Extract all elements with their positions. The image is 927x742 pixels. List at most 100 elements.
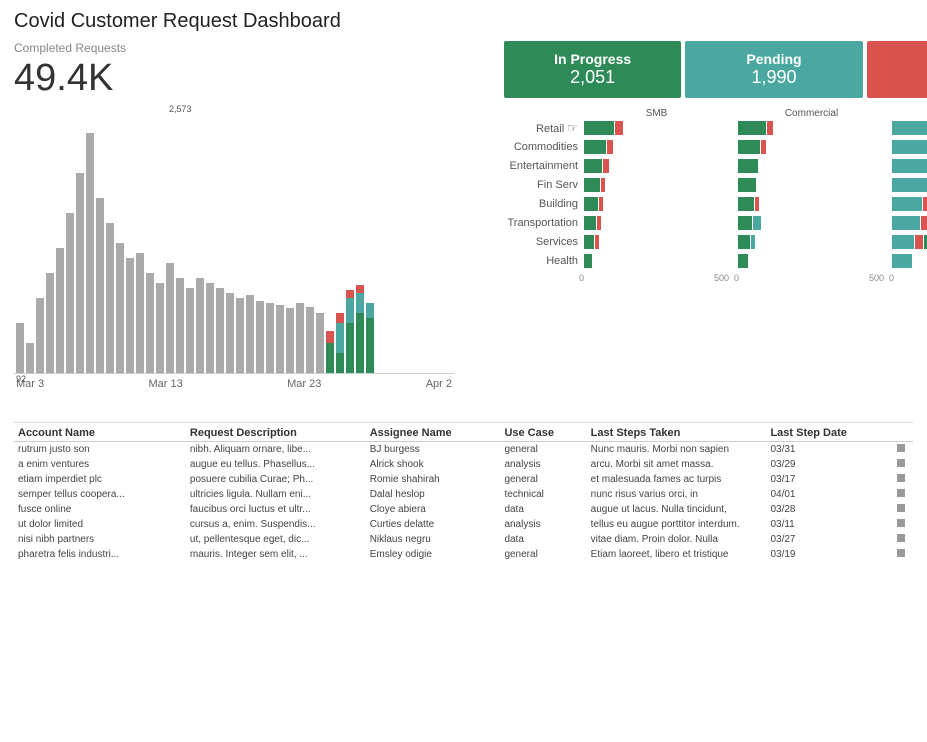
th-request-description: Request Description <box>186 423 366 442</box>
industry-label-health: Health <box>464 255 584 267</box>
table-cell-2: Emsley odigie <box>366 547 501 562</box>
th-use-case: Use Case <box>500 423 586 442</box>
table-cell-1: nibh. Aliquam ornare, libe... <box>186 442 366 458</box>
in-progress-label: In Progress <box>512 51 673 67</box>
table-cell-1: cursus a, enim. Suspendis... <box>186 517 366 532</box>
axis-labels-row: 0500 0500 0500 <box>579 273 927 283</box>
finserv-smb <box>584 178 734 192</box>
table-cell-5: 03/31 <box>766 442 893 458</box>
table-cell-4: et malesuada fames ac turpis <box>587 472 767 487</box>
industry-label-building: Building <box>464 198 584 210</box>
table-body: rutrum justo sonnibh. Aliquam ornare, li… <box>14 442 913 563</box>
th-last-steps: Last Steps Taken <box>587 423 767 442</box>
on-hold-label: On Hold <box>875 51 927 67</box>
entertainment-bars <box>584 159 927 173</box>
building-enterprise <box>892 197 927 211</box>
industry-row-finserv: Fin Serv <box>464 178 927 192</box>
th-last-step-date: Last Step Date <box>766 423 893 442</box>
table-cell-3: data <box>500 532 586 547</box>
industry-row-transportation: Transportation <box>464 216 927 230</box>
x-label-apr2: Apr 2 <box>426 378 452 390</box>
building-commercial <box>738 197 888 211</box>
top-section: Completed Requests 49.4K 2,573 <box>14 41 913 414</box>
row-indicator <box>893 472 913 487</box>
pending-label: Pending <box>693 51 854 67</box>
table-row[interactable]: a enim venturesaugue eu tellus. Phasellu… <box>14 457 913 472</box>
table-header-row: Account Name Request Description Assigne… <box>14 423 913 442</box>
grouped-bars-section: SMB Commercial Enterprise Retail ☞ <box>464 108 927 414</box>
table-cell-5: 03/27 <box>766 532 893 547</box>
table-cell-2: Alrick shook <box>366 457 501 472</box>
table-row[interactable]: nisi nibh partnersut, pellentesque eget,… <box>14 532 913 547</box>
industry-label-retail: Retail ☞ <box>464 121 584 135</box>
retail-bars <box>584 121 927 135</box>
smb-axis: 0500 <box>579 273 729 283</box>
table-cell-0: etiam imperdiet plc <box>14 472 186 487</box>
table-row[interactable]: etiam imperdiet plcposuere cubilia Curae… <box>14 472 913 487</box>
industry-label-transportation: Transportation <box>464 217 584 229</box>
industry-row-building: Building <box>464 197 927 211</box>
table-cell-5: 04/01 <box>766 487 893 502</box>
services-enterprise <box>892 235 927 249</box>
commodities-smb <box>584 140 734 154</box>
health-bars <box>584 254 927 268</box>
bar-chart <box>14 104 454 374</box>
in-progress-value: 2,051 <box>512 67 673 88</box>
retail-smb <box>584 121 734 135</box>
health-commercial <box>738 254 888 268</box>
table-cell-1: ut, pellentesque eget, dic... <box>186 532 366 547</box>
table-row[interactable]: pharetra felis industri...mauris. Intege… <box>14 547 913 562</box>
table-row[interactable]: semper tellus coopera...ultricies ligula… <box>14 487 913 502</box>
table-cell-0: rutrum justo son <box>14 442 186 458</box>
status-card-in-progress: In Progress 2,051 <box>504 41 681 98</box>
building-bars <box>584 197 927 211</box>
table-cell-3: general <box>500 547 586 562</box>
row-indicator <box>893 532 913 547</box>
table-cell-3: analysis <box>500 517 586 532</box>
commodities-bars <box>584 140 927 154</box>
completed-label: Completed Requests <box>14 41 454 55</box>
services-commercial <box>738 235 888 249</box>
table-cell-3: data <box>500 502 586 517</box>
status-card-on-hold: On Hold 509 <box>867 41 927 98</box>
bar-chart-area: 2,573 <box>14 104 454 414</box>
header-smb: SMB <box>579 108 734 119</box>
table-row[interactable]: ut dolor limitedcursus a, enim. Suspendi… <box>14 517 913 532</box>
industry-row-entertainment: Entertainment <box>464 159 927 173</box>
table-cell-1: mauris. Integer sem elit, ... <box>186 547 366 562</box>
status-cards: In Progress 2,051 Pending 1,990 On Hold … <box>504 41 927 98</box>
table-cell-1: faucibus orci luctus et ultr... <box>186 502 366 517</box>
retail-commercial <box>738 121 888 135</box>
row-indicator <box>893 502 913 517</box>
table-cell-4: tellus eu augue porttitor interdum. <box>587 517 767 532</box>
industry-row-services: Services <box>464 235 927 249</box>
table-cell-5: 03/19 <box>766 547 893 562</box>
table-row[interactable]: fusce onlinefaucibus orci luctus et ultr… <box>14 502 913 517</box>
commercial-axis: 0500 <box>734 273 884 283</box>
industry-label-finserv: Fin Serv <box>464 179 584 191</box>
industry-label-services: Services <box>464 236 584 248</box>
entertainment-enterprise <box>892 159 927 173</box>
table-cell-2: BJ burgess <box>366 442 501 458</box>
table-cell-5: 03/17 <box>766 472 893 487</box>
row-indicator <box>893 442 913 458</box>
table-cell-0: fusce online <box>14 502 186 517</box>
table-cell-3: technical <box>500 487 586 502</box>
row-indicator <box>893 547 913 562</box>
table-cell-2: Niklaus negru <box>366 532 501 547</box>
table-cell-4: vitae diam. Proin dolor. Nulla <box>587 532 767 547</box>
th-assignee-name: Assignee Name <box>366 423 501 442</box>
industry-label-entertainment: Entertainment <box>464 160 584 172</box>
table-cell-5: 03/28 <box>766 502 893 517</box>
entertainment-commercial <box>738 159 888 173</box>
chart-top-label: 2,573 <box>169 104 192 114</box>
table-cell-5: 03/29 <box>766 457 893 472</box>
finserv-bars <box>584 178 927 192</box>
table-row[interactable]: rutrum justo sonnibh. Aliquam ornare, li… <box>14 442 913 458</box>
table-cell-2: Dalal heslop <box>366 487 501 502</box>
on-hold-value: 509 <box>875 67 927 88</box>
building-smb <box>584 197 734 211</box>
header-commercial: Commercial <box>734 108 889 119</box>
page-title: Covid Customer Request Dashboard <box>14 10 913 33</box>
table-cell-3: analysis <box>500 457 586 472</box>
